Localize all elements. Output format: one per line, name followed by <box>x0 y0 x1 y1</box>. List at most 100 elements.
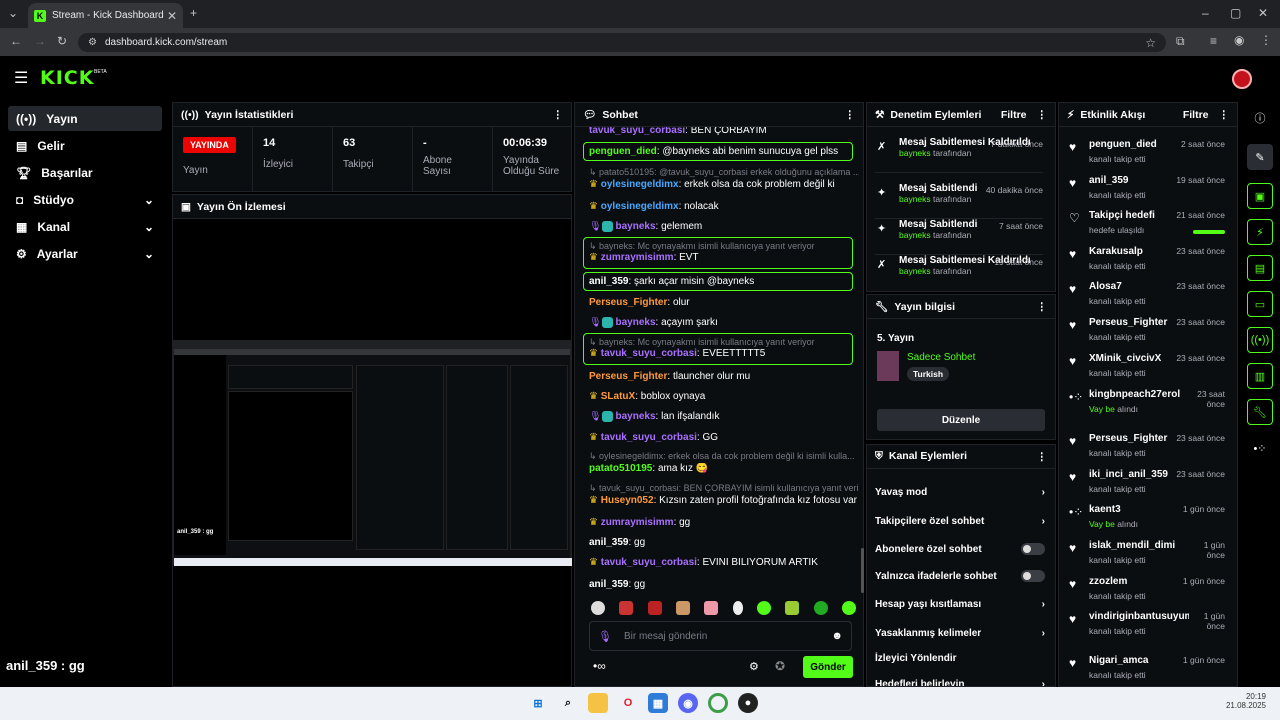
action-hesap-yasi[interactable]: Hesap yaşı kısıtlaması › <box>875 591 1045 617</box>
sidebar-item-gelir[interactable]: ▤ Gelir <box>8 133 162 158</box>
wrench-toggle-icon[interactable]: 🔧︎ <box>1247 399 1273 425</box>
emote-icon[interactable] <box>704 601 719 615</box>
activity-item: ♥ islak_mendil_dimi kanalı takip etti 1 gün… <box>1069 540 1225 565</box>
minimize-icon[interactable]: – <box>1202 6 1209 20</box>
sidebar-item-ayarlar[interactable]: ⚙ Ayarlar ⌄ <box>8 241 162 266</box>
bookmark-star-icon[interactable]: ☆ <box>1145 36 1156 50</box>
heart-icon: ♥ <box>1069 612 1077 626</box>
back-icon[interactable]: ← <box>10 34 22 48</box>
toggle-switch[interactable] <box>1021 543 1045 555</box>
sidebar-item-basarilar[interactable]: 🏆︎ Başarılar <box>8 160 162 185</box>
user-avatar[interactable] <box>1232 69 1252 89</box>
sidebar-item-yayin[interactable]: ((•)) Yayın <box>8 106 162 131</box>
send-button[interactable]: Gönder <box>803 656 853 678</box>
preview-toggle-icon[interactable]: ▣ <box>1247 183 1273 209</box>
doc-toggle-icon[interactable]: ▤ <box>1247 255 1273 281</box>
sidebar-item-label: Ayarlar <box>36 246 78 261</box>
chat-message: ↳ bayneks: Mc oynayakmı isimli kullanıcı… <box>583 237 853 269</box>
site-info-icon[interactable]: ⚙ <box>88 37 97 48</box>
kick-logo[interactable]: KICK <box>40 67 94 89</box>
more-dots-icon[interactable]: ⋮ <box>845 109 856 121</box>
action-yasakli-kelimeler[interactable]: Yasaklanmış kelimeler › <box>875 620 1045 646</box>
more-dots-icon[interactable]: ⋮ <box>1037 451 1048 463</box>
sidebar-item-label: Kanal <box>37 219 71 234</box>
emote-icon[interactable] <box>591 601 605 615</box>
language-tag[interactable]: Turkish <box>907 367 950 381</box>
action-yavas-mod[interactable]: Yavaş mod › <box>875 479 1045 505</box>
sidebar-item-kanal[interactable]: ▦ Kanal ⌄ <box>8 214 162 239</box>
action-hedefler[interactable]: Hedefleri belirleyin › <box>875 671 1045 687</box>
browser-tab[interactable]: K Stream - Kick Dashboard ✕ <box>28 3 183 28</box>
chat-toggle-icon[interactable]: ▭ <box>1247 291 1273 317</box>
menu-dots-icon[interactable]: ⋮ <box>1260 33 1272 47</box>
tab-search-icon[interactable]: ⌄ <box>8 6 18 20</box>
activity-filter-button[interactable]: Filtre <box>1183 109 1209 121</box>
browser-tabbar: ⌄ K Stream - Kick Dashboard ✕ + – ▢ ✕ <box>0 0 1280 28</box>
mod-filter-button[interactable]: Filtre <box>1001 109 1027 121</box>
forward-icon[interactable]: → <box>34 34 46 48</box>
preview-icon: ▣ <box>181 200 191 213</box>
extensions-icon[interactable]: ⧉ <box>1176 34 1185 49</box>
emote-icon[interactable] <box>619 601 634 615</box>
emote-icon[interactable] <box>813 601 828 615</box>
settings-gear-icon[interactable]: ⚙ <box>749 660 759 673</box>
preview-video[interactable]: anil_359 : gg <box>173 340 572 566</box>
heart-icon: ♥ <box>1069 140 1077 154</box>
preview-title: Yayın Ön İzlemesi <box>196 200 286 213</box>
emote-icon[interactable] <box>732 601 743 615</box>
more-dots-icon[interactable]: ⋮ <box>1037 301 1048 313</box>
emote-icon[interactable] <box>841 601 856 615</box>
obs-icon[interactable]: ● <box>738 693 758 713</box>
activity-item: ♥ iki_inci_anil_359 kanalı takip etti 23 sa… <box>1069 469 1225 494</box>
sidebar-item-studyo[interactable]: ◘ Stüdyo ⌄ <box>8 187 162 212</box>
chrome-icon[interactable] <box>708 693 728 713</box>
emoji-icon[interactable]: ☻ <box>831 630 843 642</box>
emote-icon[interactable] <box>756 601 771 615</box>
action-takipci-sohbet[interactable]: Takipçilere özel sohbet › <box>875 508 1045 534</box>
edit-icon[interactable]: ✎ <box>1247 144 1273 170</box>
more-dots-icon[interactable]: ⋮ <box>553 109 564 121</box>
more-dots-icon[interactable]: ⋮ <box>1037 109 1048 121</box>
chart-icon: ▤ <box>16 138 28 153</box>
window-close-icon[interactable]: ✕ <box>1258 6 1268 20</box>
mod-toggle-icon[interactable]: ▥ <box>1247 363 1273 389</box>
broadcast-toggle-icon[interactable]: ((•)) <box>1247 327 1273 353</box>
info-icon[interactable]: ⓘ <box>1247 105 1273 131</box>
activity-item: ♥ XMinik_civcivX kanalı takip etti 23 saat … <box>1069 353 1225 378</box>
emote-icon[interactable] <box>785 601 800 615</box>
new-tab-icon[interactable]: + <box>190 6 197 20</box>
windows-start-icon[interactable]: ⊞ <box>528 693 548 713</box>
media-icon[interactable]: ≡ <box>1210 34 1217 48</box>
store-icon[interactable]: ▦ <box>648 693 668 713</box>
url-field[interactable]: ⚙ dashboard.kick.com/stream ☆ <box>78 33 1166 52</box>
more-dots-icon[interactable]: ⋮ <box>1219 109 1230 121</box>
category-link[interactable]: Sadece Sohbet <box>907 352 975 363</box>
toggle-switch[interactable] <box>1021 570 1045 582</box>
points-toggle-icon[interactable]: •⁘ <box>1247 435 1273 461</box>
bolt-toggle-icon[interactable]: ⚡︎ <box>1247 219 1273 245</box>
chat-message: 🎙︎ bayneks: gelemem <box>589 221 703 233</box>
discord-icon[interactable]: ◉ <box>678 693 698 713</box>
close-tab-icon[interactable]: ✕ <box>167 9 177 23</box>
action-ifade-sohbet[interactable]: Yalnızca ifadelerle sohbet <box>875 563 1045 589</box>
reload-icon[interactable]: ↻ <box>57 34 67 48</box>
emote-icon[interactable] <box>675 601 690 615</box>
search-icon[interactable]: ⌕ <box>558 693 578 713</box>
opera-icon[interactable]: O <box>618 693 638 713</box>
chat-input[interactable]: 🎙︎ Bir mesaj gönderin ☻ <box>589 621 852 651</box>
chevron-right-icon: › <box>1041 486 1045 498</box>
edit-button[interactable]: Düzenle <box>877 409 1045 431</box>
points-icon[interactable]: ✪ <box>775 659 785 673</box>
chat-reply: ↳ tavuk_suyu_corbasi: BEN ÇORBAYIM isiml… <box>589 483 859 493</box>
chat-scrollbar[interactable] <box>861 548 864 593</box>
action-abone-sohbet[interactable]: Abonelere özel sohbet <box>875 536 1045 562</box>
emote-icon[interactable] <box>647 601 662 615</box>
hamburger-menu-icon[interactable]: ☰ <box>14 68 28 88</box>
infinity-icon[interactable]: •∞ <box>593 659 606 673</box>
maximize-icon[interactable]: ▢ <box>1230 6 1241 20</box>
action-izleyici-yonlendir[interactable]: İzleyici Yönlendir <box>875 645 1045 671</box>
mod-item: ✦ Mesaj Sabitlendi bayneks tarafından 40 da… <box>875 183 1043 219</box>
profile-icon[interactable]: ◉ <box>1234 33 1244 47</box>
taskbar-date: 21.08.2025 <box>1225 701 1266 710</box>
file-explorer-icon[interactable] <box>588 693 608 713</box>
